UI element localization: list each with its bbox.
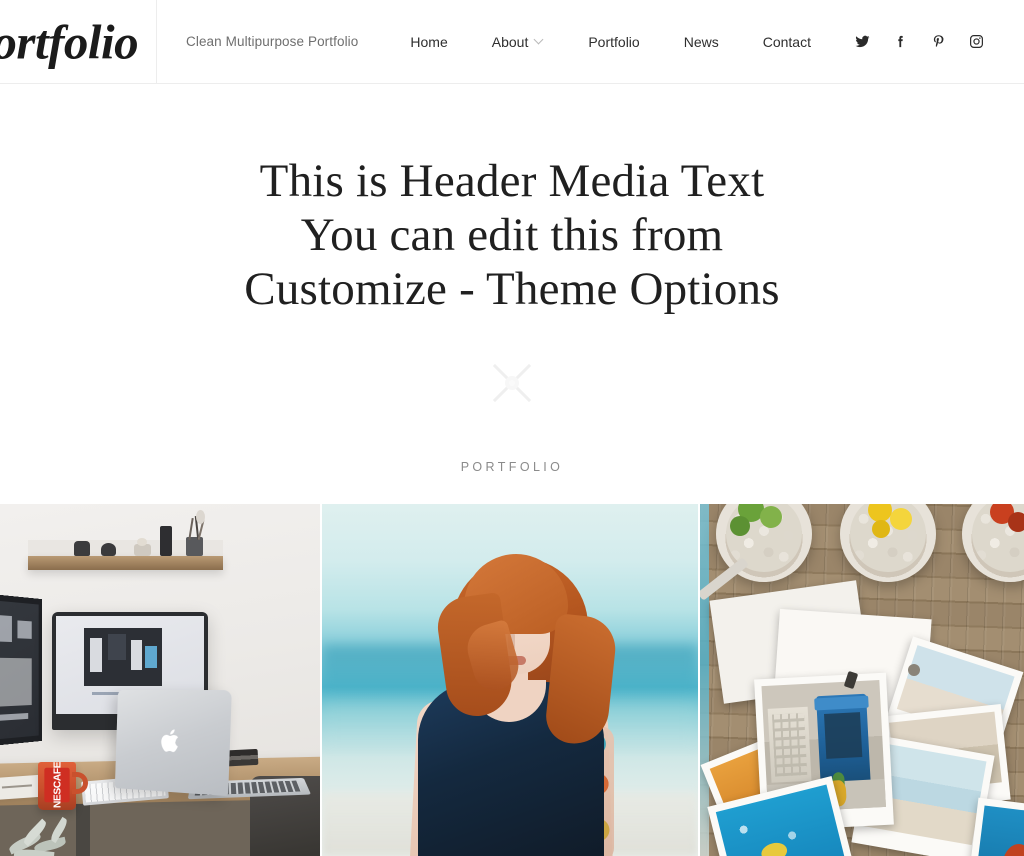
- hero-heading: This is Header Media Text You can edit t…: [244, 154, 779, 316]
- nav-label: About: [491, 33, 529, 50]
- instagram-icon[interactable]: [957, 23, 995, 61]
- nav-label: Home: [410, 33, 448, 50]
- nav-label: News: [683, 33, 719, 50]
- nav-item-portfolio[interactable]: Portfolio: [566, 34, 661, 50]
- brand-block: Portfolio: [0, 0, 157, 83]
- portfolio-item-photo-flatlay[interactable]: [700, 504, 1024, 856]
- four-point-star-divider-icon: [485, 356, 539, 410]
- portfolio-grid: NESCAFE: [0, 504, 1024, 856]
- site-header: Portfolio Clean Multipurpose Portfolio H…: [0, 0, 1024, 84]
- portfolio-section-label: PORTFOLIO: [460, 460, 564, 474]
- social-links: [843, 23, 995, 61]
- site-tagline: Clean Multipurpose Portfolio: [186, 34, 359, 49]
- hero-line-2: You can edit this from: [300, 209, 724, 261]
- hero-line-1: This is Header Media Text: [259, 155, 765, 207]
- facebook-icon[interactable]: [881, 23, 919, 61]
- hero-line-3: Customize - Theme Options: [244, 263, 780, 315]
- hero-section: This is Header Media Text You can edit t…: [0, 84, 1024, 504]
- chevron-down-icon: [535, 35, 544, 44]
- main-navigation: Home About Portfolio News Contact: [388, 34, 833, 50]
- site-logo[interactable]: Portfolio: [0, 17, 139, 66]
- desk-workspace-image: NESCAFE: [0, 504, 320, 856]
- nav-item-news[interactable]: News: [662, 34, 741, 50]
- woman-beach-portrait-image: [322, 504, 698, 856]
- nav-label: Portfolio: [588, 33, 640, 50]
- nav-label: Contact: [762, 33, 811, 50]
- header-bar: Clean Multipurpose Portfolio Home About …: [157, 0, 1024, 83]
- twitter-icon[interactable]: [843, 23, 881, 61]
- portfolio-item-desk-workspace[interactable]: NESCAFE: [0, 504, 320, 856]
- portfolio-item-woman-beach-portrait[interactable]: [322, 504, 698, 856]
- nav-item-contact[interactable]: Contact: [741, 34, 833, 50]
- nav-item-about[interactable]: About: [470, 34, 567, 50]
- nav-item-home[interactable]: Home: [388, 34, 469, 50]
- pinterest-icon[interactable]: [919, 23, 957, 61]
- photo-flatlay-image: [700, 504, 1024, 856]
